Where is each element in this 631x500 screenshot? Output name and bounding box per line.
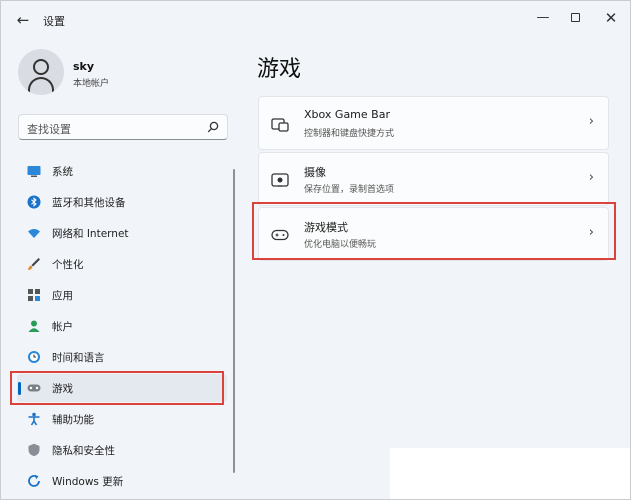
sidebar-item-label: 个性化: [52, 259, 84, 271]
card-title: 摄像: [304, 166, 326, 179]
sidebar-item-label: 隐私和安全性: [52, 445, 115, 457]
highlight-box-game-mode: [252, 202, 616, 260]
chevron-right-icon: ›: [588, 170, 594, 185]
sidebar-item-label: 时间和语言: [52, 352, 105, 364]
sidebar-item-system[interactable]: 系统: [17, 157, 227, 185]
update-icon: [28, 474, 40, 487]
search-input[interactable]: 查找设置: [18, 114, 228, 140]
card-capture[interactable]: 摄像 保存位置，录制首选项 ›: [258, 152, 609, 206]
wifi-icon: [28, 229, 40, 238]
card-xbox-game-bar[interactable]: Xbox Game Bar 控制器和键盘快捷方式 ›: [258, 96, 609, 150]
sidebar-item-label: 帐户: [52, 321, 73, 333]
title-bar: ← 设置 — ✕: [1, 1, 630, 37]
game-bar-icon: [271, 118, 289, 132]
apps-icon: [28, 289, 40, 301]
chevron-right-icon: ›: [588, 114, 594, 129]
search-icon: [207, 121, 219, 133]
page-title: 游戏: [257, 57, 302, 82]
highlight-box-gaming: [10, 371, 224, 405]
card-subtitle: 控制器和键盘快捷方式: [304, 129, 395, 139]
monitor-icon: [27, 166, 41, 177]
globe-clock-icon: [28, 351, 40, 363]
sidebar-item-accounts[interactable]: 帐户: [17, 312, 227, 340]
search-placeholder: 查找设置: [27, 123, 71, 136]
shield-icon: [28, 443, 40, 457]
person-icon: [28, 320, 40, 332]
account-type: 本地帐户: [73, 79, 110, 89]
accessibility-icon: [28, 412, 40, 426]
close-button[interactable]: ✕: [597, 7, 625, 29]
user-name: sky: [73, 60, 95, 73]
sidebar-item-accessibility[interactable]: 辅助功能: [17, 405, 227, 433]
sidebar-item-label: 辅助功能: [52, 414, 94, 426]
capture-icon: [271, 173, 289, 187]
image-overlay: [390, 448, 630, 499]
sidebar-item-windows-update[interactable]: Windows 更新: [17, 467, 227, 495]
sidebar-item-network[interactable]: 网络和 Internet: [17, 219, 227, 247]
avatar[interactable]: [18, 49, 64, 95]
card-title: Xbox Game Bar: [304, 108, 390, 121]
sidebar-item-bluetooth[interactable]: 蓝牙和其他设备: [17, 188, 227, 216]
settings-window: ← 设置 — ✕ sky 本地帐户 查找设置 系统 蓝牙和其他设备 网络和 In…: [0, 0, 631, 500]
sidebar-item-label: 网络和 Internet: [52, 228, 129, 240]
card-subtitle: 保存位置，录制首选项: [304, 185, 395, 195]
app-title: 设置: [43, 15, 65, 28]
sidebar-item-label: 应用: [52, 290, 73, 302]
minimize-button[interactable]: —: [529, 7, 557, 29]
sidebar-item-label: 蓝牙和其他设备: [52, 197, 126, 209]
back-button[interactable]: ←: [13, 10, 33, 30]
sidebar-item-label: 系统: [52, 166, 73, 178]
maximize-button[interactable]: [561, 7, 589, 29]
sidebar-item-time-language[interactable]: 时间和语言: [17, 343, 227, 371]
brush-icon: [28, 258, 40, 270]
sidebar-item-personalization[interactable]: 个性化: [17, 250, 227, 278]
sidebar-item-label: Windows 更新: [52, 476, 124, 488]
maximize-icon: [570, 13, 580, 22]
avatar-body-icon: [28, 77, 54, 95]
sidebar-item-privacy[interactable]: 隐私和安全性: [17, 436, 227, 464]
sidebar-scrollbar[interactable]: [233, 169, 235, 473]
avatar-head-icon: [33, 59, 49, 75]
bluetooth-icon: [27, 195, 41, 209]
sidebar-item-apps[interactable]: 应用: [17, 281, 227, 309]
